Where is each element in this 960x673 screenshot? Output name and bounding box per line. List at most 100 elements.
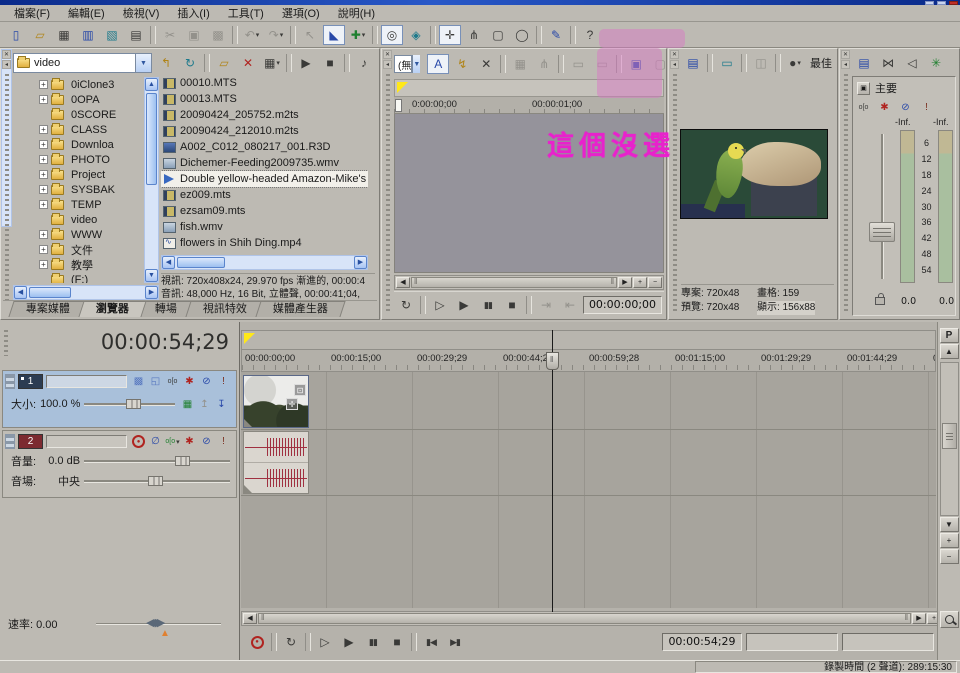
undock-icon[interactable]: ◂ [383,60,392,69]
views-icon[interactable]: ▦ [261,53,283,73]
tree-item[interactable]: SYSBAK [13,182,143,197]
transport-button[interactable] [271,633,277,651]
preview-quality-icon[interactable]: ● [784,53,806,73]
transfer-out-point-icon[interactable]: ⇤ [559,295,581,315]
save-markers-icon[interactable]: ▦ [509,54,531,74]
copy-snapshot-icon[interactable]: ▤ [682,53,704,73]
undock-icon[interactable]: ◂ [2,60,11,69]
new-folder-icon[interactable]: ▱ [213,53,235,73]
toolbar-button[interactable] [558,55,564,73]
close-icon[interactable]: ✕ [670,50,679,59]
lock-envelopes-icon[interactable]: ◈ [405,25,427,45]
menu-item[interactable]: 檔案(F) [5,4,59,22]
preview-quality-label[interactable]: 最佳 [810,55,832,71]
stop-preview-icon[interactable]: ■ [319,53,341,73]
play-from-start-icon[interactable]: ▷ [429,295,451,315]
solo-track-icon[interactable]: ! [215,434,232,449]
menu-item[interactable]: 編輯(E) [59,4,114,22]
panel-grip[interactable]: ✕◂ [383,50,393,318]
transport-button[interactable] [420,296,426,314]
open-project-icon[interactable]: ▱ [29,25,51,45]
invert-phase-icon[interactable]: ∅ [147,434,164,449]
copy-icon[interactable]: ▣ [183,25,205,45]
file-item[interactable]: ez009.mts [161,187,368,203]
toolbar-button[interactable] [536,26,542,44]
audio-track-header[interactable]: 2 ●∅o[o✱⊘! 音量: 0.0 dB 音場: 中央 [2,430,237,498]
arm-keyframes-icon[interactable]: ▩ [130,374,147,389]
zoom-in-icon[interactable]: + [633,277,647,288]
slider-thumb[interactable] [148,476,163,486]
toolbar-button[interactable] [707,54,713,72]
scroll-thumb[interactable] [258,613,911,624]
menu-item[interactable]: 選項(O) [273,4,329,22]
tree-item[interactable]: 0OPA [13,92,143,107]
scroll-left-icon[interactable]: ◀ [162,256,175,269]
automation-settings-icon[interactable]: ✱ [181,374,198,389]
transport-button[interactable] [305,633,311,651]
file-item[interactable]: Double yellow-headed Amazon-Mike's singi [161,171,368,187]
go-to-end-icon[interactable]: ▶▮ [444,632,466,652]
scroll-left-icon[interactable]: ◀ [396,277,410,288]
slider-thumb[interactable] [126,399,141,409]
auto-ripple-icon[interactable]: ◣ [323,25,345,45]
solo-output-icon[interactable]: ! [918,100,935,115]
timeline-hscrollbar[interactable]: ◀ ▶ + − [241,611,958,626]
scroll-left-icon[interactable]: ◀ [14,286,27,299]
scroll-down-icon[interactable]: ▼ [940,517,959,532]
toolbar-button[interactable] [344,54,350,72]
redo-icon[interactable]: ↷ [265,25,287,45]
chevron-down-icon[interactable]: ▼ [135,54,151,72]
trimmer-time-display[interactable]: 00:00:00;00 [583,296,662,314]
multicamera-icon[interactable]: ▦ [179,397,196,412]
transport-button[interactable] [526,296,532,314]
scroll-up-icon[interactable]: ▲ [940,344,959,359]
expand-toggle-icon[interactable] [39,140,48,149]
toolbar-button[interactable] [204,54,210,72]
track-name-field[interactable] [46,375,127,388]
tree-item[interactable]: 教學 [13,257,143,272]
marker-flag-icon[interactable] [244,333,255,344]
file-item[interactable]: 20090424_205752.m2ts [161,107,368,123]
scroll-right-icon[interactable]: ▶ [145,286,158,299]
zoom-out-vertical-icon[interactable]: − [940,549,959,564]
toolbar-button[interactable] [430,26,436,44]
tree-scrollbar[interactable]: ▲ ▼ [144,77,159,283]
scroll-left-icon[interactable]: ◀ [243,613,257,624]
scroll-thumb[interactable] [29,287,71,298]
timeline-ruler[interactable]: 00:00:00;0000:00:15;0000:00:29;2900:00:4… [241,350,936,372]
selection-tool-icon[interactable]: ▢ [487,25,509,45]
file-item[interactable]: ezsam09.mts [161,203,368,219]
pause-icon[interactable]: ▮▮ [477,295,499,315]
pause-icon[interactable]: ▮▮ [362,632,384,652]
cursor-time-display[interactable]: 00:00:54;29 [101,330,229,354]
automation-settings-icon[interactable]: ✱ [876,100,893,115]
file-item[interactable]: Dichemer-Feeding2009735.wmv [161,155,368,171]
expand-toggle-icon[interactable] [39,170,48,179]
dock-tab[interactable]: 媒體產生器 [255,301,345,317]
undo-icon[interactable]: ↶ [241,25,263,45]
panel-grip[interactable]: ✕◂ [2,50,12,318]
file-item[interactable]: flowers in Shih Ding.mp4 [161,235,368,251]
ruler-marker[interactable] [395,99,402,112]
play-icon[interactable]: ▶ [453,295,475,315]
lock-fader-icon[interactable] [875,297,885,305]
timeline-marker-bar[interactable] [241,330,936,350]
stop-icon[interactable]: ■ [386,632,408,652]
dock-tab[interactable]: 專案媒體 [8,301,87,317]
play-from-start-icon[interactable]: ▷ [314,632,336,652]
tree-item[interactable]: 0SCORE [13,107,143,122]
mixer-properties-icon[interactable]: ▤ [853,53,875,73]
scroll-thumb[interactable] [411,277,617,288]
expand-toggle-icon[interactable] [39,200,48,209]
tree-item[interactable]: (F:) [13,272,143,283]
menu-item[interactable]: 工具(T) [219,4,273,22]
toolbar-button[interactable] [150,26,156,44]
file-item[interactable]: A002_C012_080217_001.R3D [161,139,368,155]
mute-output-icon[interactable]: ⊘ [897,100,914,115]
insert-bus-icon[interactable]: ✳ [925,53,947,73]
pan-slider[interactable] [84,476,230,486]
track-lanes[interactable]: ⊡ ✛ [241,372,936,608]
tree-item[interactable]: PHOTO [13,152,143,167]
toolbar-button[interactable] [741,54,747,72]
expand-toggle-icon[interactable] [39,80,48,89]
